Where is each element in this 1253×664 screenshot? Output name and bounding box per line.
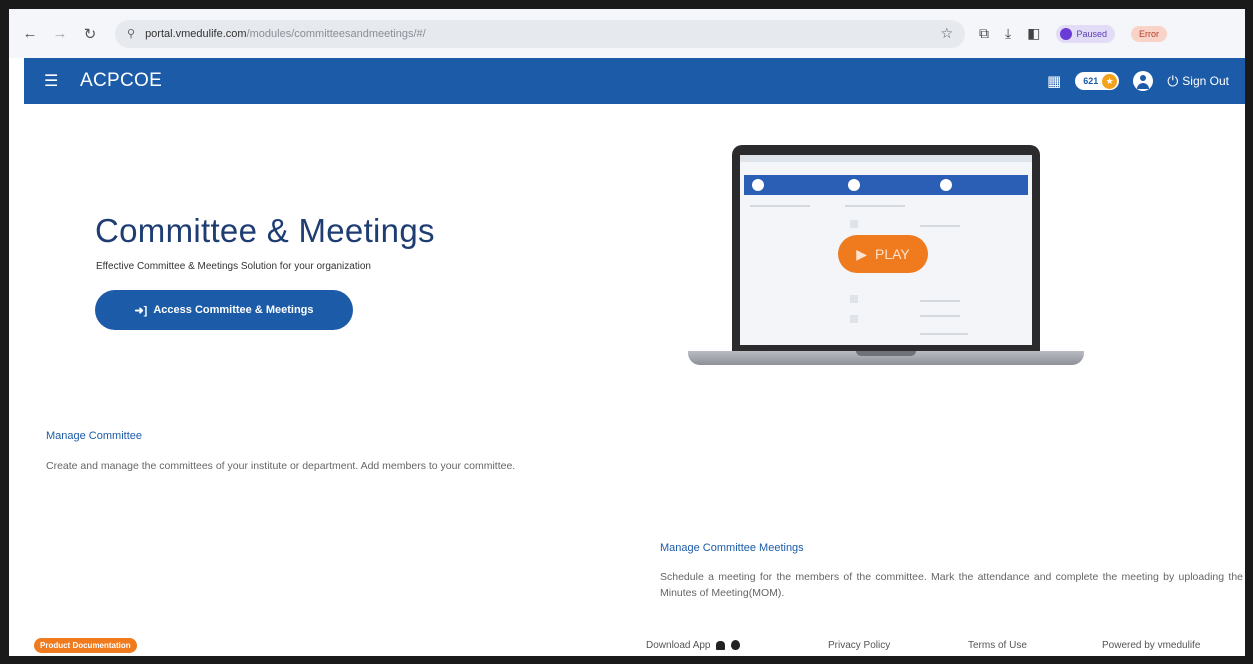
browser-actions: ⧉ ⤓ ◧ Paused Error xyxy=(979,24,1167,43)
error-button[interactable]: Error xyxy=(1130,25,1167,42)
page-footer: Product Documentation Download App Priva… xyxy=(24,636,1245,656)
page-title: Committee & Meetings xyxy=(95,212,435,249)
header-actions: ▦ 621 ★ ⏻ Sign Out xyxy=(1047,71,1229,91)
powered-by-link[interactable]: Powered by vmedulife xyxy=(1102,640,1200,651)
play-button[interactable]: ▶ PLAY xyxy=(838,235,928,273)
browser-toolbar: ← → ↻ ⚲ portal.vmedulife.com /modules/co… xyxy=(9,0,1245,58)
feature-title-manage-meetings: Manage Committee Meetings xyxy=(660,542,804,554)
power-icon: ⏻ xyxy=(1167,72,1179,89)
access-button-label: Access Committee & Meetings xyxy=(153,304,314,316)
extensions-icon[interactable]: ⧉ xyxy=(979,25,989,42)
screen-topbar xyxy=(740,155,1032,162)
screen-line xyxy=(845,205,905,207)
screen-step-dot xyxy=(752,179,764,191)
apps-grid-icon[interactable]: ▦ xyxy=(1047,72,1061,90)
download-app-link[interactable]: Download App xyxy=(646,640,741,651)
bookmark-star-icon[interactable]: ☆ xyxy=(940,25,953,42)
points-count: 621 xyxy=(1083,76,1099,86)
feature-title-manage-committee: Manage Committee xyxy=(46,430,142,442)
screen-line xyxy=(920,300,960,302)
back-arrow-icon[interactable]: ← xyxy=(19,23,41,45)
coin-icon: ★ xyxy=(1102,73,1118,89)
play-label: PLAY xyxy=(875,246,910,262)
screen-step-dot xyxy=(940,179,952,191)
url-host: portal.vmedulife.com xyxy=(145,27,247,40)
screen-checkbox xyxy=(850,315,858,323)
screen-line xyxy=(750,205,810,207)
screen-line xyxy=(920,333,968,335)
side-panel-icon[interactable]: ◧ xyxy=(1027,25,1040,42)
site-info-icon[interactable]: ⚲ xyxy=(127,27,135,40)
feature-desc-manage-committee: Create and manage the committees of your… xyxy=(46,460,516,472)
page-subtitle: Effective Committee & Meetings Solution … xyxy=(96,261,371,272)
hamburger-menu-icon[interactable]: ☰ xyxy=(44,71,64,91)
access-committee-button[interactable]: ➜] Access Committee & Meetings xyxy=(95,290,353,330)
feature-desc-manage-meetings: Schedule a meeting for the members of th… xyxy=(660,571,1243,599)
sign-out-button[interactable]: ⏻ Sign Out xyxy=(1167,73,1229,90)
forward-arrow-icon[interactable]: → xyxy=(49,23,71,45)
play-icon: ▶ xyxy=(856,245,867,262)
screen-checkbox xyxy=(850,295,858,303)
sign-out-label: Sign Out xyxy=(1182,74,1229,88)
reload-icon[interactable]: ↻ xyxy=(79,23,101,45)
profile-label: Paused xyxy=(1076,28,1107,39)
download-app-label: Download App xyxy=(646,640,711,651)
privacy-policy-link[interactable]: Privacy Policy xyxy=(828,640,890,651)
terms-of-use-link[interactable]: Terms of Use xyxy=(968,640,1027,651)
apple-icon[interactable] xyxy=(731,640,741,651)
profile-avatar-icon xyxy=(1060,27,1073,40)
screen-line xyxy=(920,225,960,227)
sign-in-icon: ➜] xyxy=(134,304,148,317)
profile-button[interactable]: Paused xyxy=(1056,24,1115,43)
screen-header-band xyxy=(744,175,1028,195)
video-preview: ▶ PLAY xyxy=(688,145,1084,370)
url-path: /modules/committeesandmeetings/#/ xyxy=(246,27,426,40)
app-title: ACPCOE xyxy=(80,70,163,91)
taskbar-strip xyxy=(0,656,1253,664)
points-badge[interactable]: 621 ★ xyxy=(1075,72,1120,90)
screen-line xyxy=(920,315,960,317)
screen-step-dot xyxy=(848,179,860,191)
user-account-icon[interactable] xyxy=(1133,71,1154,91)
android-icon[interactable] xyxy=(716,640,726,650)
laptop-notch xyxy=(856,351,916,356)
app-header: ☰ ACPCOE ▦ 621 ★ ⏻ Sign Out xyxy=(24,58,1245,104)
address-bar[interactable]: ⚲ portal.vmedulife.com /modules/committe… xyxy=(115,19,965,48)
product-documentation-link[interactable]: Product Documentation xyxy=(34,638,137,653)
screen-checkbox xyxy=(850,220,858,228)
download-icon[interactable]: ⤓ xyxy=(1005,25,1011,42)
